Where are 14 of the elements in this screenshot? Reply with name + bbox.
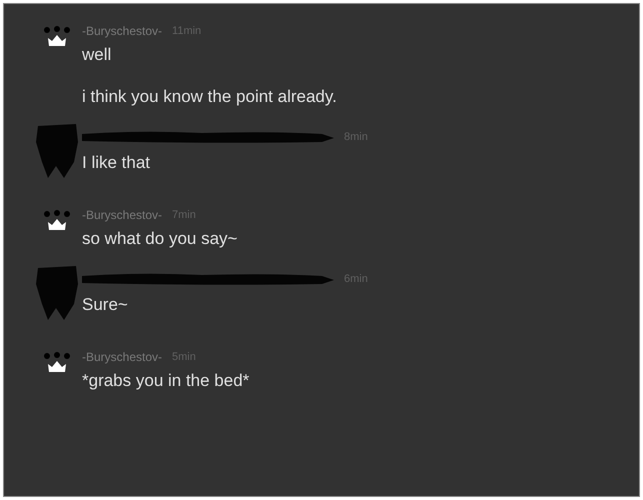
- message-text: well: [82, 44, 112, 66]
- author-name: -Buryschestov-: [82, 208, 162, 222]
- crown-icon: [44, 210, 70, 232]
- scribble-redaction-icon: [34, 122, 80, 180]
- crown-icon: [44, 26, 70, 48]
- message-text: i think you know the point already.: [82, 86, 338, 108]
- crown-icon: [44, 352, 70, 374]
- message-text: *grabs you in the bed*: [82, 370, 250, 392]
- scribble-redaction-icon: [34, 264, 80, 322]
- message-text: so what do you say~: [82, 228, 238, 250]
- message-text: I like that: [82, 152, 152, 174]
- author-name: -Buryschestov-: [82, 350, 162, 364]
- author-name: -Buryschestov-: [82, 24, 162, 38]
- message-text: Sure~: [82, 294, 129, 316]
